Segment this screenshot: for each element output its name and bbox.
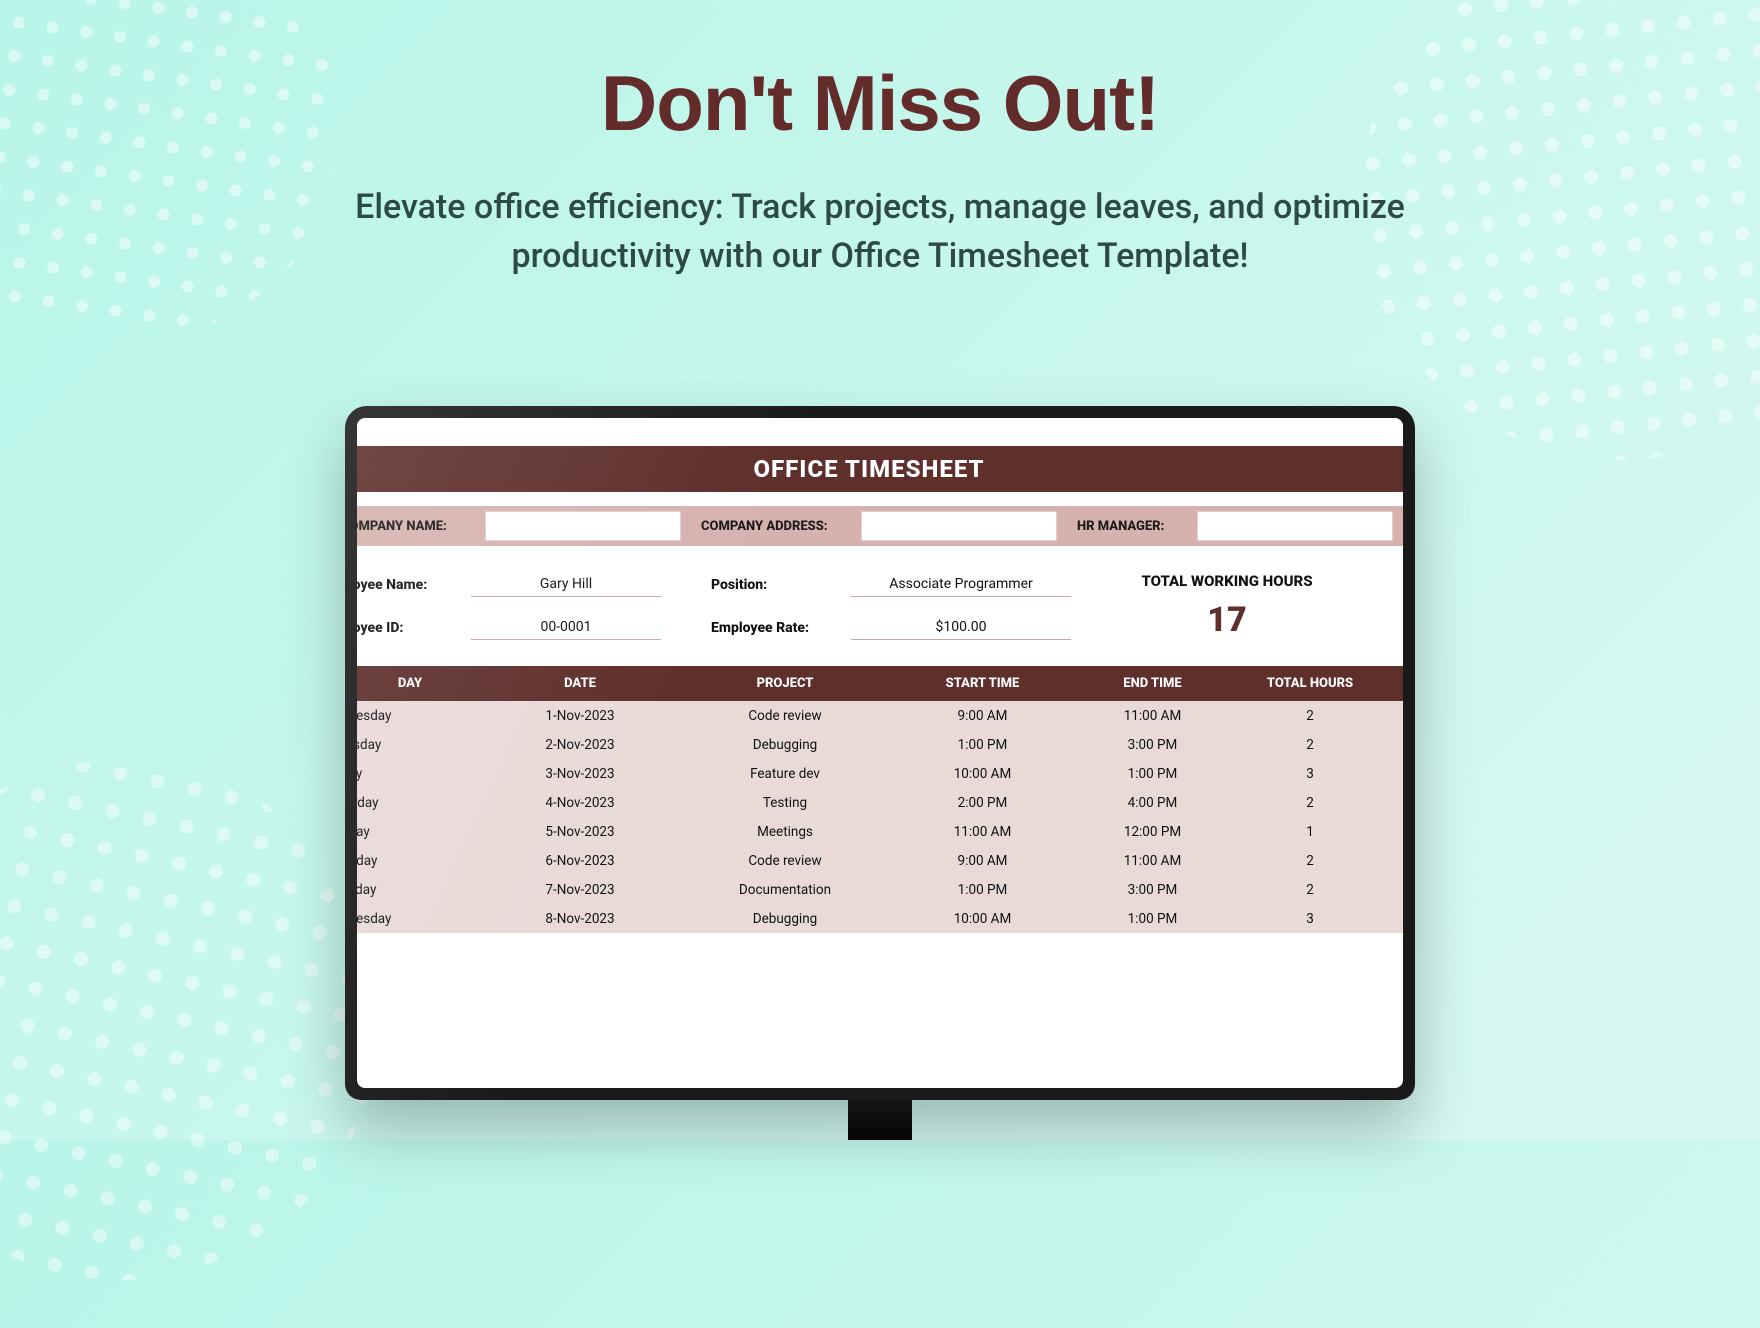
table-row: onday6-Nov-2023Code review9:00 AM11:00 A… [357, 846, 1403, 875]
cell-project: Testing [675, 788, 895, 817]
cell-date: 8-Nov-2023 [485, 904, 675, 933]
cell-project: Debugging [675, 730, 895, 759]
twh-value: 17 [1081, 600, 1373, 640]
cell-project: Code review [675, 846, 895, 875]
cell-start: 10:00 AM [895, 759, 1070, 788]
cell-start: 9:00 AM [895, 846, 1070, 875]
cell-end: 12:00 PM [1070, 817, 1235, 846]
twh-label: TOTAL WORKING HOURS [1081, 572, 1373, 590]
cell-start: 9:00 AM [895, 701, 1070, 730]
table-header: DAY DATE PROJECT START TIME END TIME TOT… [357, 666, 1403, 701]
timesheet-table: DAY DATE PROJECT START TIME END TIME TOT… [357, 666, 1403, 933]
total-working-hours: TOTAL WORKING HOURS 17 [1081, 572, 1373, 640]
employee-id-value[interactable]: 00-0001 [471, 615, 661, 640]
cell-total: 2 [1235, 701, 1385, 730]
cell-end: 3:00 PM [1070, 730, 1235, 759]
cell-date: 2-Nov-2023 [485, 730, 675, 759]
cell-start: 2:00 PM [895, 788, 1070, 817]
cell-start: 1:00 PM [895, 730, 1070, 759]
cell-start: 10:00 AM [895, 904, 1070, 933]
cell-date: 3-Nov-2023 [485, 759, 675, 788]
col-date: DATE [485, 666, 675, 701]
cell-day: turday [357, 788, 485, 817]
table-row: ursday2-Nov-2023Debugging1:00 PM3:00 PM2 [357, 730, 1403, 759]
cell-total: 2 [1235, 730, 1385, 759]
col-start: START TIME [895, 666, 1070, 701]
cell-day: onday [357, 846, 485, 875]
company-meta-row: COMPANY NAME: COMPANY ADDRESS: HR MANAGE… [357, 506, 1403, 546]
cell-project: Code review [675, 701, 895, 730]
cell-total: 2 [1235, 875, 1385, 904]
cell-start: 1:00 PM [895, 875, 1070, 904]
company-name-label: COMPANY NAME: [357, 506, 485, 546]
timesheet-title: OFFICE TIMESHEET [357, 446, 1403, 492]
hero-headline: Don't Miss Out! [601, 58, 1159, 149]
monitor-mockup: OFFICE TIMESHEET COMPANY NAME: COMPANY A… [345, 406, 1415, 1140]
table-row: dnesday8-Nov-2023Debugging10:00 AM1:00 P… [357, 904, 1403, 933]
cell-end: 3:00 PM [1070, 875, 1235, 904]
cell-total: 3 [1235, 759, 1385, 788]
cell-date: 4-Nov-2023 [485, 788, 675, 817]
position-value[interactable]: Associate Programmer [851, 572, 1071, 597]
cell-day: dnesday [357, 904, 485, 933]
monitor-screen: OFFICE TIMESHEET COMPANY NAME: COMPANY A… [357, 418, 1403, 1088]
cell-day: dnesday [357, 701, 485, 730]
cell-total: 2 [1235, 846, 1385, 875]
cell-date: 6-Nov-2023 [485, 846, 675, 875]
table-row: nday5-Nov-2023Meetings11:00 AM12:00 PM1 [357, 817, 1403, 846]
cell-end: 11:00 AM [1070, 701, 1235, 730]
col-end: END TIME [1070, 666, 1235, 701]
cell-end: 4:00 PM [1070, 788, 1235, 817]
cell-project: Feature dev [675, 759, 895, 788]
col-project: PROJECT [675, 666, 895, 701]
cell-start: 11:00 AM [895, 817, 1070, 846]
company-address-label: COMPANY ADDRESS: [691, 506, 861, 546]
employee-rate-value[interactable]: $100.00 [851, 615, 1071, 640]
cell-project: Meetings [675, 817, 895, 846]
table-row: esday7-Nov-2023Documentation1:00 PM3:00 … [357, 875, 1403, 904]
cell-date: 7-Nov-2023 [485, 875, 675, 904]
cell-project: Debugging [675, 904, 895, 933]
monitor-stand-neck [848, 1100, 912, 1140]
employee-info-block: ployee Name: Gary Hill Position: Associa… [357, 546, 1403, 648]
company-name-input[interactable] [485, 511, 681, 541]
table-row: day3-Nov-2023Feature dev10:00 AM1:00 PM3 [357, 759, 1403, 788]
cell-date: 5-Nov-2023 [485, 817, 675, 846]
cell-day: nday [357, 817, 485, 846]
col-total: TOTAL HOURS [1235, 666, 1385, 701]
hero-section: Don't Miss Out! Elevate office efficienc… [0, 0, 1760, 282]
cell-end: 11:00 AM [1070, 846, 1235, 875]
cell-total: 3 [1235, 904, 1385, 933]
table-row: dnesday1-Nov-2023Code review9:00 AM11:00… [357, 701, 1403, 730]
cell-end: 1:00 PM [1070, 759, 1235, 788]
cell-project: Documentation [675, 875, 895, 904]
cell-end: 1:00 PM [1070, 904, 1235, 933]
company-address-input[interactable] [861, 511, 1057, 541]
table-row: turday4-Nov-2023Testing2:00 PM4:00 PM2 [357, 788, 1403, 817]
employee-name-label: ployee Name: [357, 577, 471, 593]
cell-total: 1 [1235, 817, 1385, 846]
col-day: DAY [357, 666, 485, 701]
employee-id-label: ployee ID: [357, 620, 471, 636]
table-body: dnesday1-Nov-2023Code review9:00 AM11:00… [357, 701, 1403, 933]
hr-manager-input[interactable] [1197, 511, 1393, 541]
monitor-bezel: OFFICE TIMESHEET COMPANY NAME: COMPANY A… [345, 406, 1415, 1100]
hr-manager-label: HR MANAGER: [1067, 506, 1197, 546]
cell-date: 1-Nov-2023 [485, 701, 675, 730]
cell-day: day [357, 759, 485, 788]
cell-total: 2 [1235, 788, 1385, 817]
employee-rate-label: Employee Rate: [711, 620, 851, 636]
cell-day: esday [357, 875, 485, 904]
position-label: Position: [711, 577, 851, 593]
hero-subhead: Elevate office efficiency: Track project… [290, 183, 1470, 282]
employee-name-value[interactable]: Gary Hill [471, 572, 661, 597]
cell-day: ursday [357, 730, 485, 759]
